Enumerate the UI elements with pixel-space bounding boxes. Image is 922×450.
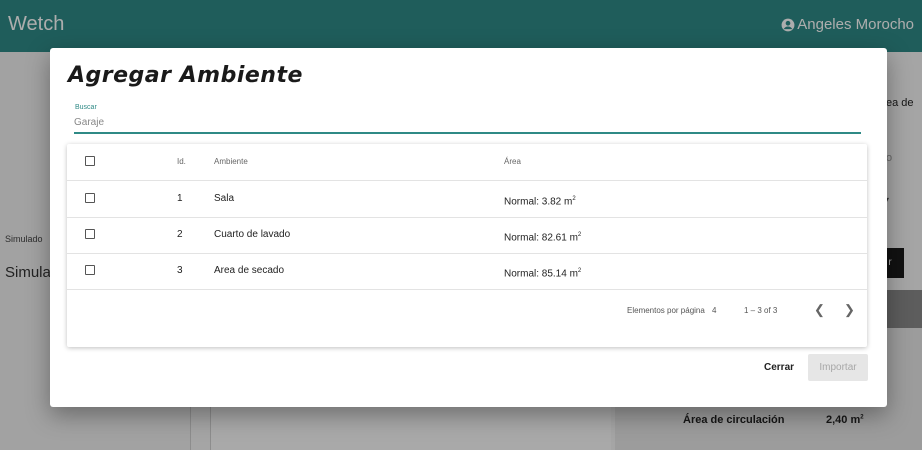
select-all-checkbox[interactable] (85, 156, 95, 166)
items-per-page-label: Elementos por página (627, 306, 705, 315)
row-checkbox[interactable] (85, 193, 95, 203)
column-header-area[interactable]: Área (504, 144, 521, 180)
search-label: Buscar (75, 104, 97, 111)
row-ambiente: Area de secado (214, 265, 285, 276)
row-checkbox[interactable] (85, 265, 95, 275)
page-range-label: 1 – 3 of 3 (744, 306, 778, 315)
row-area: Normal: 85.14 m2 (504, 268, 582, 280)
paginator: Elementos por página 4 1 – 3 of 3 ❮ ❯ (67, 290, 867, 347)
previous-page-icon[interactable]: ❮ (814, 302, 825, 318)
import-button[interactable]: Importar (808, 354, 868, 381)
table-row[interactable]: 3 Area de secado Normal: 85.14 m2 (67, 253, 867, 290)
row-id: 3 (177, 265, 183, 276)
environments-table: Id. Ambiente Área 1 Sala Normal: 3.82 m2… (67, 144, 867, 347)
row-ambiente: Sala (214, 193, 235, 204)
next-page-icon[interactable]: ❯ (844, 302, 855, 318)
table-row[interactable]: 1 Sala Normal: 3.82 m2 (67, 181, 867, 218)
row-area: Normal: 3.82 m2 (504, 196, 576, 208)
table-header-row: Id. Ambiente Área (67, 144, 867, 181)
row-id: 2 (177, 229, 183, 240)
dialog-title: Agregar Ambiente (68, 63, 303, 88)
close-button[interactable]: Cerrar (757, 355, 801, 381)
table-row[interactable]: 2 Cuarto de lavado Normal: 82.61 m2 (67, 217, 867, 254)
add-environment-dialog: Agregar Ambiente Buscar Id. Ambiente Áre… (50, 48, 887, 407)
column-header-id[interactable]: Id. (177, 144, 186, 180)
row-id: 1 (177, 193, 183, 204)
row-ambiente: Cuarto de lavado (214, 229, 291, 240)
items-per-page-select[interactable]: 4 (712, 306, 716, 315)
column-header-ambiente[interactable]: Ambiente (214, 144, 248, 180)
row-checkbox[interactable] (85, 229, 95, 239)
row-area: Normal: 82.61 m2 (504, 232, 582, 244)
search-input[interactable] (74, 114, 861, 134)
